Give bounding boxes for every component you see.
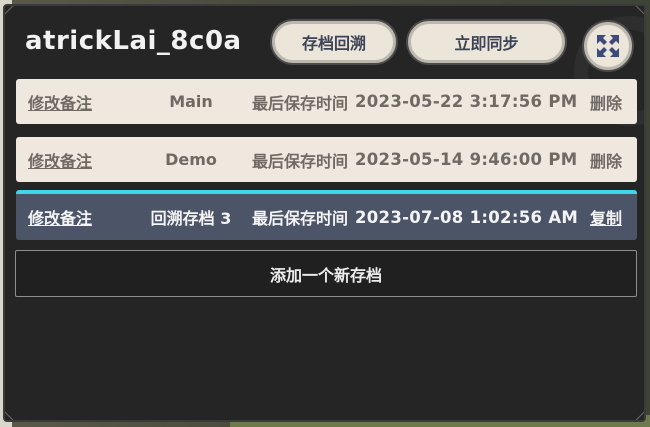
save-name: Main	[169, 92, 213, 111]
sync-now-button[interactable]: 立即同步	[408, 21, 565, 63]
save-row[interactable]: 修改备注 Main 最后保存时间 2023-05-22 3:17:56 PM 删…	[16, 79, 637, 124]
close-button[interactable]	[584, 22, 632, 70]
last-saved-time: 2023-05-14 9:46:00 PM	[355, 150, 578, 169]
corner-ornament	[5, 411, 14, 420]
last-saved-label: 最后保存时间	[252, 209, 349, 228]
save-name: Demo	[165, 150, 217, 169]
add-new-save-button[interactable]: 添加一个新存档	[15, 250, 637, 297]
delete-save-button[interactable]: 删除	[590, 148, 622, 172]
last-saved-time: 2023-05-22 3:17:56 PM	[355, 92, 578, 111]
last-saved-label: 最后保存时间	[252, 151, 349, 171]
save-manager-dialog: atrickLai_8c0a 存档回溯 立即同步 修改备注 Main 最后保存时…	[3, 4, 646, 422]
corner-ornament	[5, 6, 14, 15]
save-row[interactable]: 修改备注 Demo 最后保存时间 2023-05-14 9:46:00 PM 删…	[16, 137, 637, 182]
last-saved-label: 最后保存时间	[252, 93, 349, 113]
save-name: 回溯存档 3	[150, 209, 232, 228]
edit-note-link[interactable]: 修改备注	[28, 205, 92, 229]
edit-note-link[interactable]: 修改备注	[28, 148, 92, 172]
corner-ornament	[635, 6, 644, 15]
edit-note-link[interactable]: 修改备注	[28, 90, 92, 114]
corner-ornament	[635, 411, 644, 420]
copy-save-button[interactable]: 复制	[590, 205, 622, 229]
account-title: atrickLai_8c0a	[25, 26, 242, 56]
expand-arrows-icon	[597, 35, 619, 57]
delete-save-button[interactable]: 删除	[590, 90, 622, 114]
last-saved-time: 2023-07-08 1:02:56 AM	[355, 207, 579, 227]
rollback-button[interactable]: 存档回溯	[272, 21, 396, 63]
save-row-selected[interactable]: 修改备注 回溯存档 3 最后保存时间 2023-07-08 1:02:56 AM…	[16, 190, 637, 240]
